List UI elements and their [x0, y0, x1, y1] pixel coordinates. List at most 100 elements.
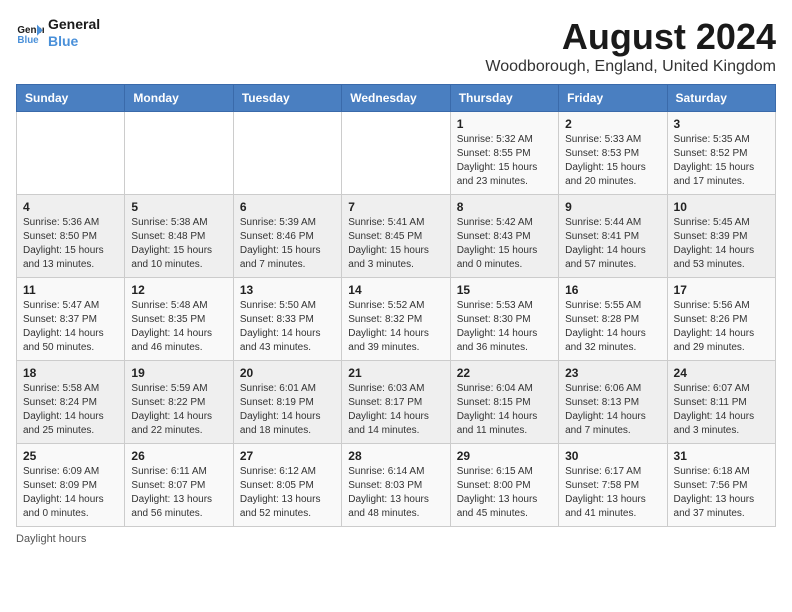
calendar-cell: 15 Sunrise: 5:53 AMSunset: 8:30 PMDayligh…	[450, 278, 558, 361]
day-info: Sunrise: 6:07 AMSunset: 8:11 PMDaylight:…	[674, 382, 769, 438]
day-number: 11	[23, 283, 118, 297]
day-info: Sunrise: 6:14 AMSunset: 8:03 PMDaylight:…	[348, 465, 443, 521]
day-number: 27	[240, 449, 335, 463]
logo-icon: General Blue	[16, 19, 44, 47]
month-title: August 2024	[485, 16, 776, 58]
calendar-cell: 6 Sunrise: 5:39 AMSunset: 8:46 PMDaylight…	[233, 195, 341, 278]
day-info: Sunrise: 5:32 AMSunset: 8:55 PMDaylight:…	[457, 133, 552, 189]
day-info: Sunrise: 5:59 AMSunset: 8:22 PMDaylight:…	[131, 382, 226, 438]
day-info: Sunrise: 5:33 AMSunset: 8:53 PMDaylight:…	[565, 133, 660, 189]
calendar-cell: 14 Sunrise: 5:52 AMSunset: 8:32 PMDayligh…	[342, 278, 450, 361]
day-info: Sunrise: 5:45 AMSunset: 8:39 PMDaylight:…	[674, 216, 769, 272]
day-number: 30	[565, 449, 660, 463]
logo-line2: Blue	[48, 33, 100, 50]
day-info: Sunrise: 6:01 AMSunset: 8:19 PMDaylight:…	[240, 382, 335, 438]
header-friday: Friday	[559, 85, 667, 112]
week-row-5: 25 Sunrise: 6:09 AMSunset: 8:09 PMDayligh…	[17, 444, 776, 527]
week-row-2: 4 Sunrise: 5:36 AMSunset: 8:50 PMDaylight…	[17, 195, 776, 278]
calendar-cell: 7 Sunrise: 5:41 AMSunset: 8:45 PMDaylight…	[342, 195, 450, 278]
day-info: Sunrise: 6:15 AMSunset: 8:00 PMDaylight:…	[457, 465, 552, 521]
calendar-cell: 9Sunrise: 5:44 AMSunset: 8:41 PMDaylight…	[559, 195, 667, 278]
svg-text:Blue: Blue	[17, 35, 39, 46]
day-number: 26	[131, 449, 226, 463]
day-number: 3	[674, 117, 769, 131]
calendar-cell: 27 Sunrise: 6:12 AMSunset: 8:05 PMDayligh…	[233, 444, 341, 527]
header-tuesday: Tuesday	[233, 85, 341, 112]
day-number: 14	[348, 283, 443, 297]
calendar-cell: 12Sunrise: 5:48 AMSunset: 8:35 PMDayligh…	[125, 278, 233, 361]
title-area: August 2024 Woodborough, England, United…	[485, 16, 776, 76]
day-info: Sunrise: 5:47 AMSunset: 8:37 PMDaylight:…	[23, 299, 118, 355]
calendar-cell: 30 Sunrise: 6:17 AMSunset: 7:58 PMDayligh…	[559, 444, 667, 527]
calendar-cell: 8 Sunrise: 5:42 AMSunset: 8:43 PMDaylight…	[450, 195, 558, 278]
calendar-cell: 2 Sunrise: 5:33 AMSunset: 8:53 PMDaylight…	[559, 112, 667, 195]
day-info: Sunrise: 5:52 AMSunset: 8:32 PMDaylight:…	[348, 299, 443, 355]
day-info: Sunrise: 5:55 AMSunset: 8:28 PMDaylight:…	[565, 299, 660, 355]
logo: General Blue General Blue	[16, 16, 100, 50]
day-info: Sunrise: 5:56 AMSunset: 8:26 PMDaylight:…	[674, 299, 769, 355]
day-info: Sunrise: 6:11 AMSunset: 8:07 PMDaylight:…	[131, 465, 226, 521]
calendar-cell: 11 Sunrise: 5:47 AMSunset: 8:37 PMDayligh…	[17, 278, 125, 361]
day-info: Sunrise: 6:18 AMSunset: 7:56 PMDaylight:…	[674, 465, 769, 521]
day-info: Sunrise: 5:41 AMSunset: 8:45 PMDaylight:…	[348, 216, 443, 272]
day-number: 7	[348, 200, 443, 214]
header-wednesday: Wednesday	[342, 85, 450, 112]
day-number: 6	[240, 200, 335, 214]
day-info: Sunrise: 5:42 AMSunset: 8:43 PMDaylight:…	[457, 216, 552, 272]
day-number: 16	[565, 283, 660, 297]
calendar-cell: 21Sunrise: 6:03 AMSunset: 8:17 PMDayligh…	[342, 361, 450, 444]
day-number: 19	[131, 366, 226, 380]
day-number: 24	[674, 366, 769, 380]
header-saturday: Saturday	[667, 85, 775, 112]
day-number: 2	[565, 117, 660, 131]
day-info: Sunrise: 5:48 AMSunset: 8:35 PMDaylight:…	[131, 299, 226, 355]
day-info: Sunrise: 5:39 AMSunset: 8:46 PMDaylight:…	[240, 216, 335, 272]
day-info: Sunrise: 5:50 AMSunset: 8:33 PMDaylight:…	[240, 299, 335, 355]
calendar-table: SundayMondayTuesdayWednesdayThursdayFrid…	[16, 84, 776, 527]
day-info: Sunrise: 5:35 AMSunset: 8:52 PMDaylight:…	[674, 133, 769, 189]
day-number: 25	[23, 449, 118, 463]
day-number: 5	[131, 200, 226, 214]
page-header: General Blue General Blue August 2024 Wo…	[16, 16, 776, 76]
day-info: Sunrise: 5:36 AMSunset: 8:50 PMDaylight:…	[23, 216, 118, 272]
calendar-cell: 24 Sunrise: 6:07 AMSunset: 8:11 PMDayligh…	[667, 361, 775, 444]
calendar-cell: 13 Sunrise: 5:50 AMSunset: 8:33 PMDayligh…	[233, 278, 341, 361]
day-info: Sunrise: 6:17 AMSunset: 7:58 PMDaylight:…	[565, 465, 660, 521]
day-number: 13	[240, 283, 335, 297]
header-thursday: Thursday	[450, 85, 558, 112]
calendar-cell: 18 Sunrise: 5:58 AMSunset: 8:24 PMDayligh…	[17, 361, 125, 444]
footer-note: Daylight hours	[16, 533, 776, 545]
day-number: 28	[348, 449, 443, 463]
day-number: 15	[457, 283, 552, 297]
day-info: Sunrise: 6:09 AMSunset: 8:09 PMDaylight:…	[23, 465, 118, 521]
calendar-cell: 26 Sunrise: 6:11 AMSunset: 8:07 PMDayligh…	[125, 444, 233, 527]
calendar-cell: 31Sunrise: 6:18 AMSunset: 7:56 PMDayligh…	[667, 444, 775, 527]
day-number: 18	[23, 366, 118, 380]
calendar-cell: 29Sunrise: 6:15 AMSunset: 8:00 PMDayligh…	[450, 444, 558, 527]
day-number: 4	[23, 200, 118, 214]
day-info: Sunrise: 5:58 AMSunset: 8:24 PMDaylight:…	[23, 382, 118, 438]
day-info: Sunrise: 5:53 AMSunset: 8:30 PMDaylight:…	[457, 299, 552, 355]
day-info: Sunrise: 5:38 AMSunset: 8:48 PMDaylight:…	[131, 216, 226, 272]
calendar-cell: 4 Sunrise: 5:36 AMSunset: 8:50 PMDaylight…	[17, 195, 125, 278]
day-number: 8	[457, 200, 552, 214]
day-number: 23	[565, 366, 660, 380]
calendar-cell: 19 Sunrise: 5:59 AMSunset: 8:22 PMDayligh…	[125, 361, 233, 444]
week-row-3: 11 Sunrise: 5:47 AMSunset: 8:37 PMDayligh…	[17, 278, 776, 361]
day-number: 9	[565, 200, 660, 214]
day-number: 10	[674, 200, 769, 214]
day-number: 21	[348, 366, 443, 380]
calendar-cell: 23Sunrise: 6:06 AMSunset: 8:13 PMDayligh…	[559, 361, 667, 444]
calendar-cell: 17Sunrise: 5:56 AMSunset: 8:26 PMDayligh…	[667, 278, 775, 361]
calendar-cell	[233, 112, 341, 195]
day-info: Sunrise: 6:12 AMSunset: 8:05 PMDaylight:…	[240, 465, 335, 521]
calendar-cell	[125, 112, 233, 195]
day-number: 22	[457, 366, 552, 380]
week-row-1: 1Sunrise: 5:32 AMSunset: 8:55 PMDaylight…	[17, 112, 776, 195]
calendar-cell	[342, 112, 450, 195]
calendar-cell	[17, 112, 125, 195]
calendar-body: 1Sunrise: 5:32 AMSunset: 8:55 PMDaylight…	[17, 112, 776, 527]
header-sunday: Sunday	[17, 85, 125, 112]
calendar-cell: 28 Sunrise: 6:14 AMSunset: 8:03 PMDayligh…	[342, 444, 450, 527]
week-row-4: 18 Sunrise: 5:58 AMSunset: 8:24 PMDayligh…	[17, 361, 776, 444]
